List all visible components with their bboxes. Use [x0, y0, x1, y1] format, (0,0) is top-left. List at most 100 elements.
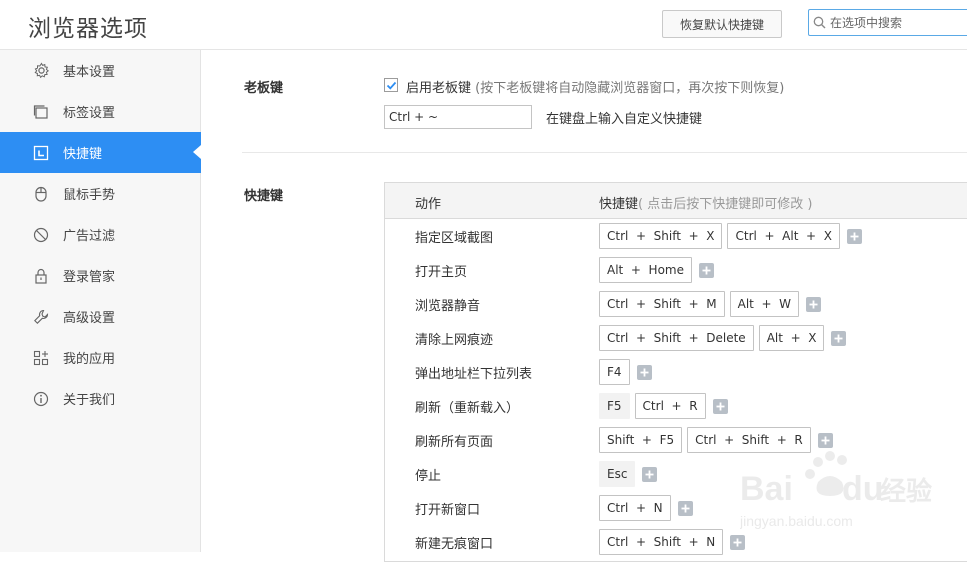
- search-input[interactable]: [830, 15, 960, 30]
- plus-icon: [681, 504, 690, 512]
- table-row: 清除上网痕迹 Ctrl + Shift + Delete Alt + X: [385, 321, 967, 355]
- column-header-shortcut-hint: ( 点击后按下快捷键即可修改 ): [638, 197, 813, 212]
- sidebar-item-label: 关于我们: [63, 393, 116, 408]
- shortcuts-section-label: 快捷键: [244, 189, 284, 204]
- shortcut-key-button[interactable]: Alt + X: [758, 325, 825, 351]
- shortcut-key-button[interactable]: F4: [599, 359, 630, 385]
- block-icon: [32, 226, 50, 244]
- shortcut-key-button[interactable]: F5: [599, 393, 630, 419]
- sidebar-item-about[interactable]: 关于我们: [0, 378, 201, 419]
- shortcut-key-button[interactable]: Ctrl + Shift + Delete: [599, 325, 754, 351]
- add-shortcut-button[interactable]: [806, 296, 822, 312]
- shortcut-key-button[interactable]: Esc: [599, 461, 636, 487]
- table-row: 刷新（重新载入） F5 Ctrl + R: [385, 389, 967, 423]
- table-header: 动作 快捷键( 点击后按下快捷键即可修改 ): [385, 183, 967, 219]
- add-shortcut-button[interactable]: [677, 500, 693, 516]
- shortcut-keys: Ctrl + Shift + X Ctrl + Alt + X: [599, 223, 862, 249]
- action-label: 刷新所有页面: [415, 435, 494, 450]
- shortcut-key-button[interactable]: Ctrl + Alt + X: [727, 223, 840, 249]
- info-icon: [32, 390, 50, 408]
- action-label: 打开主页: [415, 265, 468, 280]
- shortcut-keys: Ctrl + Shift + N: [599, 529, 746, 555]
- action-label: 指定区域截图: [415, 231, 494, 246]
- add-shortcut-button[interactable]: [817, 432, 833, 448]
- plus-icon: [809, 300, 818, 308]
- add-shortcut-button[interactable]: [636, 364, 652, 380]
- shortcut-keys: F5 Ctrl + R: [599, 393, 728, 419]
- page-title: 浏览器选项: [28, 16, 148, 42]
- shortcut-keys: Ctrl + Shift + Delete Alt + X: [599, 325, 847, 351]
- column-header-action: 动作: [415, 197, 442, 212]
- table-row: 浏览器静音 Ctrl + Shift + M Alt + W: [385, 287, 967, 321]
- sidebar-item-my-apps[interactable]: 我的应用: [0, 337, 201, 378]
- shortcut-key-button[interactable]: Alt + Home: [599, 257, 692, 283]
- plus-icon: [716, 402, 725, 410]
- header: 浏览器选项 恢复默认快捷键: [0, 0, 967, 50]
- bosskey-hotkey-input[interactable]: [384, 105, 532, 129]
- search-icon: [813, 16, 826, 29]
- plus-icon: [702, 266, 711, 274]
- mouse-icon: [32, 185, 50, 203]
- action-label: 打开新窗口: [415, 503, 481, 518]
- sidebar-item-login-manager[interactable]: 登录管家: [0, 255, 201, 296]
- sidebar-item-ad-filter[interactable]: 广告过滤: [0, 214, 201, 255]
- bosskey-enable-label: 启用老板键: [406, 81, 472, 96]
- add-shortcut-button[interactable]: [846, 228, 862, 244]
- sidebar-item-advanced[interactable]: 高级设置: [0, 296, 201, 337]
- svg-text:du: du: [842, 470, 884, 508]
- plus-icon: [821, 436, 830, 444]
- action-label: 弹出地址栏下拉列表: [415, 367, 533, 382]
- shortcut-key-button[interactable]: Ctrl + R: [634, 393, 706, 419]
- sidebar-item-label: 我的应用: [63, 352, 116, 367]
- sidebar-item-label: 登录管家: [63, 270, 116, 285]
- shortcut-key-button[interactable]: Ctrl + N: [599, 495, 671, 521]
- keyboard-icon: [32, 144, 50, 162]
- shortcut-key-button[interactable]: Ctrl + Shift + M: [599, 291, 725, 317]
- shortcut-keys: Ctrl + N: [599, 495, 693, 521]
- sidebar-item-tabs[interactable]: 标签设置: [0, 91, 201, 132]
- action-label: 浏览器静音: [415, 299, 481, 314]
- sidebar: 基本设置 标签设置 快捷键 鼠标手势 广告过滤 登录管家 高级设置 我的应用 关…: [0, 50, 201, 552]
- plus-icon: [834, 334, 843, 342]
- svg-text:jingyan.baidu.com: jingyan.baidu.com: [740, 513, 853, 529]
- sidebar-item-label: 广告过滤: [63, 229, 116, 244]
- search-box[interactable]: [808, 9, 967, 36]
- svg-text:经验: 经验: [880, 476, 932, 507]
- svg-text:Bai: Bai: [740, 470, 793, 508]
- sidebar-item-label: 基本设置: [63, 65, 116, 80]
- action-label: 新建无痕窗口: [415, 537, 494, 552]
- restore-defaults-button[interactable]: 恢复默认快捷键: [662, 10, 782, 38]
- bosskey-custom-hint: 在键盘上输入自定义快捷键: [546, 112, 703, 127]
- sidebar-item-shortcuts[interactable]: 快捷键: [0, 132, 201, 173]
- sidebar-item-basic[interactable]: 基本设置: [0, 50, 201, 91]
- sidebar-item-label: 标签设置: [63, 106, 116, 121]
- bosskey-checkbox[interactable]: [384, 78, 398, 92]
- shortcut-keys: F4: [599, 359, 652, 385]
- bosskey-enable-text: 启用老板键 (按下老板键将自动隐藏浏览器窗口，再次按下则恢复): [406, 77, 784, 96]
- action-label: 刷新（重新载入）: [415, 401, 520, 416]
- wrench-icon: [32, 308, 50, 326]
- action-label: 停止: [415, 469, 442, 484]
- add-shortcut-button[interactable]: [642, 466, 658, 482]
- column-header-shortcut-label: 快捷键: [599, 197, 639, 212]
- sidebar-item-mouse-gestures[interactable]: 鼠标手势: [0, 173, 201, 214]
- tabs-icon: [32, 103, 50, 121]
- add-shortcut-button[interactable]: [699, 262, 714, 278]
- plus-icon: [640, 368, 649, 376]
- bosskey-section-label: 老板键: [244, 81, 284, 96]
- sidebar-item-label: 快捷键: [63, 147, 103, 162]
- action-label: 清除上网痕迹: [415, 333, 494, 348]
- shortcut-key-button[interactable]: Alt + W: [729, 291, 800, 317]
- add-shortcut-button[interactable]: [712, 398, 728, 414]
- column-header-shortcut: 快捷键( 点击后按下快捷键即可修改 ): [599, 193, 812, 212]
- section-divider: [242, 152, 967, 153]
- baidu-jingyan-watermark: Bai du 经验 jingyan.baidu.com: [740, 451, 932, 529]
- shortcut-key-button[interactable]: Ctrl + Shift + X: [599, 223, 723, 249]
- shortcut-key-button[interactable]: Ctrl + Shift + N: [599, 529, 724, 555]
- table-row: 指定区域截图 Ctrl + Shift + X Ctrl + Alt + X: [385, 219, 967, 253]
- add-shortcut-button[interactable]: [831, 330, 847, 346]
- sidebar-item-label: 鼠标手势: [63, 188, 116, 203]
- sidebar-item-label: 高级设置: [63, 311, 116, 326]
- shortcut-key-button[interactable]: Shift + F5: [599, 427, 683, 453]
- shortcut-keys: Esc: [599, 461, 658, 487]
